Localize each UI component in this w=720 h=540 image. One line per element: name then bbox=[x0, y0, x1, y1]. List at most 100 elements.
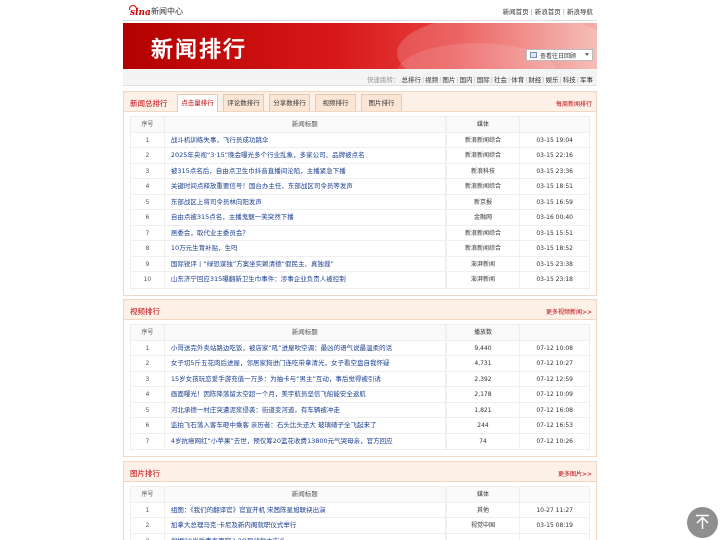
row-source: 其他 bbox=[445, 502, 520, 517]
link-sina-home[interactable]: 新浪首页 bbox=[535, 8, 561, 16]
row-source: 新浪新闻综合 bbox=[445, 132, 520, 147]
row-title-link[interactable]: 4岁抗癌网红“小苹果”去世，预仅筹20篮花收费13800元气哭母亲，官方回应 bbox=[165, 433, 446, 449]
row-time: 07-12 10:26 bbox=[519, 433, 589, 449]
table-row: 3 15岁女孩玩恋爱手游充值一万多：为抽卡与“男主”互动，事后觉得被引诱 2,392… bbox=[131, 371, 589, 387]
row-title-link[interactable]: 山东济宁回应315曝翻新卫生巾事件：涉事企业负责人被控制 bbox=[165, 272, 446, 288]
row-number: 1 bbox=[131, 340, 165, 355]
sina-logo[interactable]: sina 新闻中心 bbox=[129, 5, 183, 18]
tab-comments[interactable]: 评论数排行 bbox=[223, 94, 264, 111]
row-source: 244 bbox=[445, 418, 520, 433]
row-number: 3 bbox=[131, 371, 165, 386]
row-title-link[interactable]: 2025年央视“3·15”晚会曝光多个行业乱象，多家公司、品牌被点名 bbox=[165, 148, 446, 163]
row-title-link[interactable]: 战斗机训练失事，飞行员成功跳伞 bbox=[165, 132, 446, 147]
col-plays: 播放数 bbox=[445, 325, 520, 340]
row-title-link[interactable]: 小哥送完外卖站路边吃饭，被店家“吼”进屋吹空调：最凶的语气说最温柔的话 bbox=[165, 340, 446, 355]
row-title-link[interactable]: 组图：《我们的翻译官》官宣开机 宋茜陈星旭联袂出演 bbox=[165, 502, 446, 517]
row-time: 07-12 16:08 bbox=[519, 402, 589, 417]
tab-video[interactable]: 视频排行 bbox=[315, 94, 356, 111]
row-number: 4 bbox=[131, 387, 165, 402]
table-row: 8 10万元生育补贴，生吗 新浪新闻综合 03-15 18:52 bbox=[131, 241, 589, 257]
col-number: 序号 bbox=[131, 325, 165, 340]
row-number: 5 bbox=[131, 402, 165, 417]
quick-nav-item[interactable]: 社会 bbox=[494, 76, 507, 84]
quick-nav-item[interactable]: 娱乐 bbox=[546, 76, 559, 84]
section-title: 图片排行 bbox=[130, 469, 160, 478]
top-bar: sina 新闻中心 新闻首页 | 新浪首页 | 新浪导航 bbox=[123, 0, 597, 21]
row-title-link[interactable]: 居委会，取代业主委员会？ bbox=[165, 225, 446, 240]
row-source: 9,440 bbox=[445, 340, 520, 355]
sina-eye-icon: sina bbox=[129, 5, 151, 18]
row-title-link[interactable]: 河北承德一村庄突遭泥浆侵袭：街道变河道，有车辆被冲走 bbox=[165, 402, 446, 417]
col-source: 媒体 bbox=[445, 487, 520, 502]
table-row: 3 被315点名后，自由点卫生巾抖音直播间沦陷，主播紧急下播 新浪科技 03-15 2… bbox=[131, 163, 589, 179]
row-title-link[interactable]: 监拍飞石落入客车砸中乘客 亲历者：石头比头还大 玻璃碴子全飞起来了 bbox=[165, 418, 446, 433]
section-title: 视频排行 bbox=[130, 307, 160, 316]
row-number: 2 bbox=[131, 148, 165, 163]
row-title-link[interactable]: 10万元生育补贴，生吗 bbox=[165, 241, 446, 256]
row-source: 新浪新闻综合 bbox=[445, 241, 520, 256]
row-title-link[interactable]: 女子切5斤五花肉后进屋，邻居家狗进门连吃带拿清光，女子看空盘自我怀疑 bbox=[165, 356, 446, 371]
arrow-up-icon bbox=[696, 514, 709, 529]
row-number: 9 bbox=[131, 256, 165, 271]
row-number: 6 bbox=[131, 210, 165, 225]
row-number: 2 bbox=[131, 356, 165, 371]
row-number: 2 bbox=[131, 518, 165, 533]
tab-photo[interactable]: 图片排行 bbox=[361, 94, 402, 111]
row-time: 07-12 10:09 bbox=[519, 387, 589, 402]
quick-nav-item[interactable]: 国内 bbox=[460, 76, 473, 84]
row-number: 1 bbox=[131, 502, 165, 517]
row-title-link[interactable]: 东部战区上将司令员林向阳发声 bbox=[165, 194, 446, 209]
video-ranking-section: 视频排行 更多视频新闻>> 序号 新闻标题 播放数 1 小哥送完外卖站路边吃饭，被… bbox=[123, 299, 597, 457]
row-title-link[interactable]: 画面曝光！因陈降落留太空超一个月，美宇航员坚信飞船能安全返航 bbox=[165, 387, 446, 402]
history-label: 查看往日回顾 bbox=[540, 52, 577, 60]
section-header: 新闻总排行 点击量排行 评论数排行 分享数排行 视频排行 图片排行 每周新闻排行 bbox=[124, 92, 596, 112]
back-to-top-button[interactable] bbox=[687, 507, 718, 538]
row-title-link[interactable]: 加拿大总理马克·卡尼及新内阁就职仪式举行 bbox=[165, 518, 446, 533]
row-source: 新浪新闻综合 bbox=[445, 148, 520, 163]
col-title: 新闻标题 bbox=[165, 487, 446, 502]
row-time: 03-16 00:40 bbox=[519, 210, 589, 225]
link-news-home[interactable]: 新闻首页 bbox=[503, 8, 529, 16]
more-link[interactable]: 更多视频新闻>> bbox=[546, 307, 592, 316]
row-time: 03-15 15:51 bbox=[519, 225, 589, 240]
row-time: 07-12 16:53 bbox=[519, 418, 589, 433]
row-title-link[interactable]: 国际锐评丨“绿恐谋独”方案坐实赖清德“假民主、真独裁” bbox=[165, 256, 446, 271]
row-title-link[interactable]: 倪妮20岁后青春面容入2Q现代复古街头 bbox=[165, 533, 446, 540]
row-number: 7 bbox=[131, 433, 165, 449]
quick-nav-item[interactable]: 总排行 bbox=[401, 76, 421, 84]
row-source: 2,178 bbox=[445, 387, 520, 402]
table-row: 4 关键时间点释放重要信号！国台办主任、东部战区司令员等发声 新浪新闻综合 03-15… bbox=[131, 179, 589, 195]
table-row: 5 东部战区上将司令员林向阳发声 新京报 03-15 16:59 bbox=[131, 194, 589, 210]
table-row: 5 河北承德一村庄突遭泥浆侵袭：街道变河道，有车辆被冲走 1,821 07-12 16… bbox=[131, 402, 589, 418]
row-source: 澎湃新闻 bbox=[445, 256, 520, 271]
row-source: 新浪科技 bbox=[445, 163, 520, 178]
more-link[interactable]: 每周新闻排行 bbox=[556, 99, 592, 108]
ranking-tabs: 点击量排行 评论数排行 分享数排行 视频排行 图片排行 bbox=[177, 94, 407, 112]
row-title-link[interactable]: 关键时间点释放重要信号！国台办主任、东部战区司令员等发声 bbox=[165, 179, 446, 194]
video-table: 序号 新闻标题 播放数 1 小哥送完外卖站路边吃饭，被店家“吼”进屋吹空调：最凶的… bbox=[130, 324, 590, 450]
row-title-link[interactable]: 15岁女孩玩恋爱手游充值一万多：为抽卡与“男主”互动，事后觉得被引诱 bbox=[165, 371, 446, 386]
row-number: 6 bbox=[131, 418, 165, 433]
quick-nav-item[interactable]: 视频 bbox=[425, 76, 438, 84]
row-time: 07-12 10:27 bbox=[519, 356, 589, 371]
quick-nav-item[interactable]: 图片 bbox=[442, 76, 455, 84]
tab-shares[interactable]: 分享数排行 bbox=[269, 94, 310, 111]
link-sina-nav[interactable]: 新浪导航 bbox=[567, 8, 593, 16]
news-table: 序号 新闻标题 媒体 1 战斗机训练失事，飞行员成功跳伞 新浪新闻综合 03-15 1… bbox=[130, 116, 590, 289]
quick-nav-label: 快速跳转： bbox=[366, 76, 400, 84]
tab-clicks[interactable]: 点击量排行 bbox=[177, 94, 218, 112]
row-title-link[interactable]: 被315点名后，自由点卫生巾抖音直播间沦陷，主播紧急下播 bbox=[165, 163, 446, 178]
history-dropdown[interactable]: 查看往日回顾 bbox=[526, 49, 593, 61]
quick-nav-item[interactable]: 科技 bbox=[563, 76, 576, 84]
photo-table: 序号 新闻标题 媒体 1 组图：《我们的翻译官》官宣开机 宋茜陈星旭联袂出演 其他 1… bbox=[130, 486, 590, 540]
col-source: 媒体 bbox=[445, 117, 520, 132]
quick-nav-item[interactable]: 国际 bbox=[477, 76, 490, 84]
table-header: 序号 新闻标题 媒体 bbox=[131, 487, 589, 503]
row-title-link[interactable]: 自由点被315点名，主播鬼魅一笑突然下播 bbox=[165, 210, 446, 225]
more-link[interactable]: 更多图片>> bbox=[558, 469, 592, 478]
quick-nav-item[interactable]: 体育 bbox=[511, 76, 524, 84]
row-number: 4 bbox=[131, 179, 165, 194]
quick-nav-item[interactable]: 军事 bbox=[580, 76, 593, 84]
calendar-icon bbox=[530, 52, 537, 58]
quick-nav-item[interactable]: 财经 bbox=[528, 76, 541, 84]
